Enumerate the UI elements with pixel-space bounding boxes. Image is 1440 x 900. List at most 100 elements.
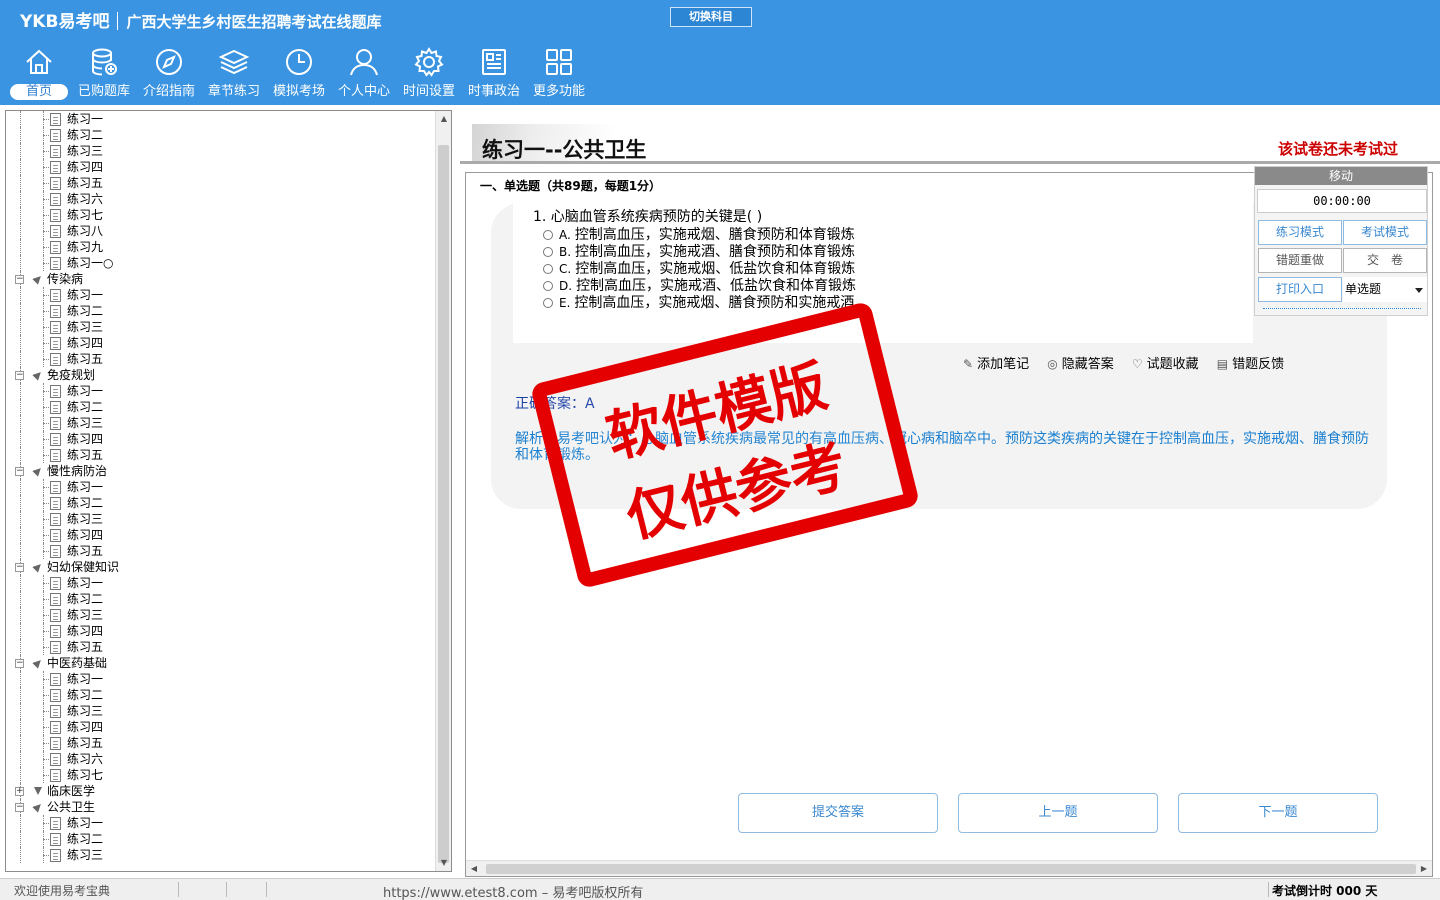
exam-countdown: 考试倒计时 000 天 (1272, 884, 1378, 898)
tree-item[interactable]: 练习七 (6, 207, 436, 223)
tree-item[interactable]: 练习一 (6, 383, 436, 399)
nav-personal-center[interactable]: 个人中心 (333, 46, 395, 104)
favorite-button[interactable]: ♡ 试题收藏 (1132, 353, 1199, 372)
tree-item[interactable]: 练习四 (6, 527, 436, 543)
scroll-left-icon[interactable]: ◀ (466, 861, 482, 877)
tree-item[interactable]: 练习二 (6, 303, 436, 319)
tree-scrollbar[interactable]: ▲ ▼ (435, 111, 451, 871)
nav-mock-exam[interactable]: 模拟考场 (268, 46, 330, 104)
tree-item[interactable]: 练习五 (6, 351, 436, 367)
tree-item[interactable]: 练习五 (6, 543, 436, 559)
add-note-button[interactable]: ✎ 添加笔记 (963, 353, 1029, 372)
redo-errors-button[interactable]: 错题重做 (1258, 248, 1342, 273)
question-text: 1. 心脑血管系统疾病预防的关键是( ) (533, 209, 763, 225)
expand-icon[interactable]: + (15, 787, 24, 796)
option-e[interactable]: E. 控制高血压，实施戒烟、膳食预防和实施戒酒 (543, 292, 854, 312)
radio-b[interactable] (543, 247, 553, 257)
horizontal-scrollbar[interactable]: ◀ ▶ (466, 860, 1432, 876)
nav-time-settings[interactable]: 时间设置 (398, 46, 460, 104)
tree-item[interactable]: 练习二 (6, 687, 436, 703)
tree-item[interactable]: 练习四 (6, 159, 436, 175)
tree-item[interactable]: 练习三 (6, 143, 436, 159)
collapse-icon[interactable]: − (15, 467, 24, 476)
hide-answer-button[interactable]: ◎ 隐藏答案 (1047, 353, 1114, 372)
tree-item[interactable]: 练习四 (6, 719, 436, 735)
switch-subject-button[interactable]: 切换科目 (670, 7, 752, 27)
move-handle[interactable]: 移动 (1255, 167, 1427, 185)
tree-item[interactable]: 练习一 (6, 111, 436, 127)
tree-line (20, 447, 21, 463)
tree-group[interactable]: − 公共卫生 (6, 799, 436, 815)
tree-item[interactable]: 练习二 (6, 831, 436, 847)
tree-item[interactable]: 练习五 (6, 447, 436, 463)
error-feedback-button[interactable]: ▤ 错题反馈 (1217, 353, 1284, 372)
nav-guide[interactable]: 介绍指南 (138, 46, 200, 104)
tree-item[interactable]: 练习一 (6, 287, 436, 303)
tree-item[interactable]: 练习九 (6, 239, 436, 255)
tree-item[interactable]: 练习三 (6, 703, 436, 719)
tree-item[interactable]: 练习一 (6, 815, 436, 831)
tree-item[interactable]: 练习一 (6, 479, 436, 495)
tree-item[interactable]: 练习五 (6, 735, 436, 751)
tree-item[interactable]: 练习四 (6, 431, 436, 447)
tree-item[interactable]: 练习三 (6, 847, 436, 863)
tree-group[interactable]: − 妇幼保健知识 (6, 559, 436, 575)
collapse-icon[interactable]: − (15, 563, 24, 572)
document-icon (50, 689, 61, 702)
tree-item[interactable]: 练习三 (6, 415, 436, 431)
tree-item-label: 练习五 (67, 640, 104, 654)
print-button[interactable]: 打印入口 (1258, 277, 1342, 302)
practice-mode-button[interactable]: 练习模式 (1258, 220, 1342, 245)
tree-item[interactable]: 练习一 (6, 575, 436, 591)
radio-d[interactable] (543, 281, 553, 291)
next-question-button[interactable]: 下一题 (1178, 793, 1378, 833)
tree-group[interactable]: − 免疫规划 (6, 367, 436, 383)
tree-item-label: 练习七 (67, 768, 104, 782)
nav-home[interactable]: 首页 (8, 46, 70, 104)
scroll-right-icon[interactable]: ▶ (1416, 861, 1432, 877)
nav-chapter-practice[interactable]: 章节练习 (203, 46, 265, 104)
tree-group[interactable]: − 中医药基础 (6, 655, 436, 671)
tree-item[interactable]: 练习五 (6, 175, 436, 191)
question-type-select[interactable]: 单选题 (1343, 277, 1427, 302)
tree-line (20, 527, 21, 543)
collapse-icon[interactable]: − (15, 371, 24, 380)
tree-item[interactable]: 练习三 (6, 607, 436, 623)
tree-item[interactable]: 练习二 (6, 591, 436, 607)
collapse-icon[interactable]: − (15, 275, 24, 284)
tree-item[interactable]: 练习三 (6, 511, 436, 527)
tree-item[interactable]: 练习八 (6, 223, 436, 239)
tree-item[interactable]: 练习七 (6, 767, 436, 783)
collapse-icon[interactable]: − (15, 659, 24, 668)
scroll-up-icon[interactable]: ▲ (436, 111, 451, 127)
prev-question-button[interactable]: 上一题 (958, 793, 1158, 833)
tree-item[interactable]: 练习三 (6, 319, 436, 335)
tree-item[interactable]: 练习四 (6, 335, 436, 351)
collapse-icon[interactable]: − (15, 803, 24, 812)
tree-item[interactable]: 练习六 (6, 191, 436, 207)
tree-item[interactable]: 练习一 (6, 671, 436, 687)
radio-c[interactable] (543, 264, 553, 274)
radio-e[interactable] (543, 298, 553, 308)
hand-in-button[interactable]: 交 卷 (1343, 248, 1427, 273)
nav-current-affairs[interactable]: 时事政治 (463, 46, 525, 104)
submit-answer-button[interactable]: 提交答案 (738, 793, 938, 833)
tree-group[interactable]: − 传染病 (6, 271, 436, 287)
tree-item[interactable]: 练习二 (6, 399, 436, 415)
tree-item[interactable]: 练习五 (6, 639, 436, 655)
scroll-down-icon[interactable]: ▼ (436, 855, 451, 871)
tree-item[interactable]: 练习二 (6, 495, 436, 511)
tree-group[interactable]: + 临床医学 (6, 783, 436, 799)
tree-item[interactable]: 练习二 (6, 127, 436, 143)
tree-group[interactable]: − 慢性病防治 (6, 463, 436, 479)
tree-item[interactable]: 练习一○ (6, 255, 436, 271)
tree-item[interactable]: 练习四 (6, 623, 436, 639)
tree-scroll-thumb[interactable] (438, 145, 449, 863)
header-bar: YKB易考吧 广西大学生乡村医生招聘考试在线题库 切换科目 首页 已购题库 介绍指… (0, 0, 1440, 105)
nav-more-functions[interactable]: 更多功能 (528, 46, 590, 104)
hscroll-thumb[interactable] (486, 864, 1416, 874)
tree-item[interactable]: 练习六 (6, 751, 436, 767)
radio-a[interactable] (543, 230, 553, 240)
exam-mode-button[interactable]: 考试模式 (1343, 220, 1427, 245)
nav-purchased-banks[interactable]: 已购题库 (73, 46, 135, 104)
